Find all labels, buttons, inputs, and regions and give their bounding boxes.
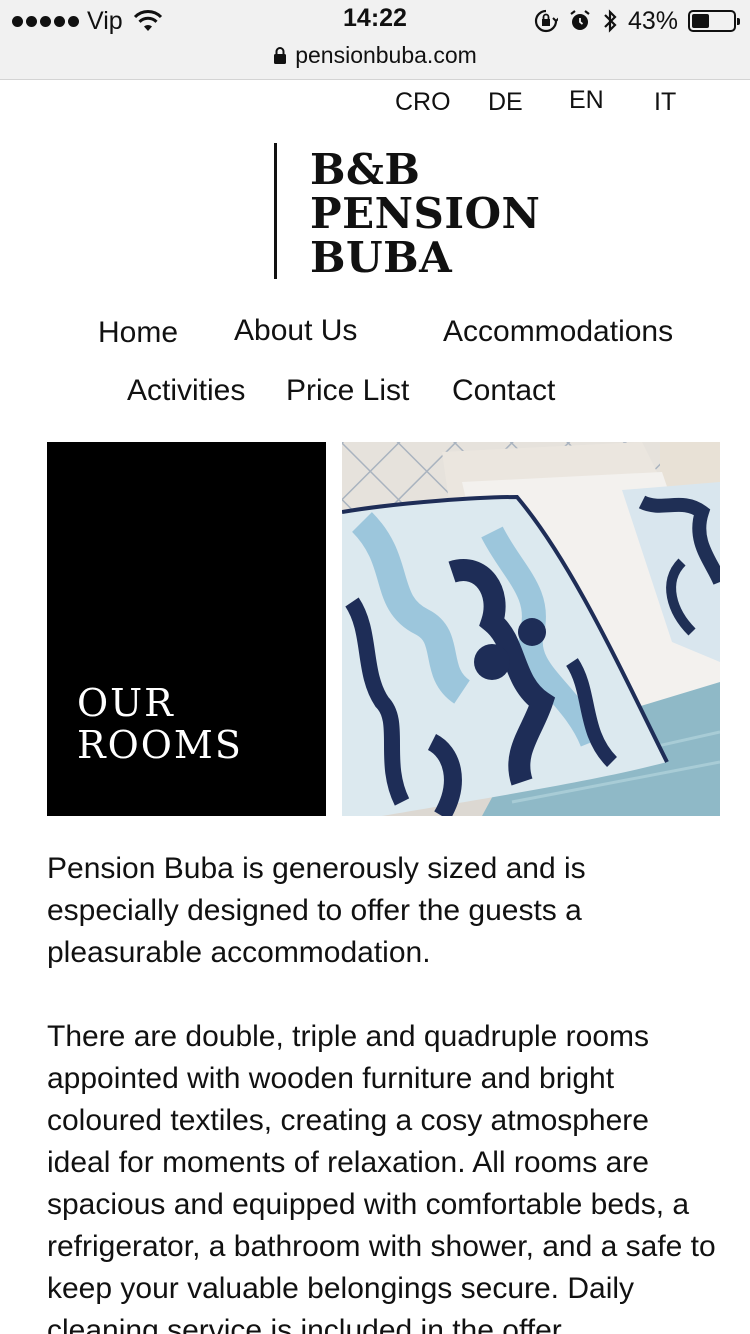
nav-price-list[interactable]: Price List — [286, 374, 409, 408]
hero-title: OUR ROOMS — [77, 682, 243, 766]
rooms-paragraph: There are double, triple and quadruple r… — [47, 1020, 716, 1334]
lang-it-link[interactable]: IT — [654, 88, 676, 117]
status-bar: Vip 14:22 43% pensionbuba.com — [0, 0, 750, 80]
intro-paragraph: Pension Buba is generously sized and is … — [47, 852, 586, 969]
nav-contact[interactable]: Contact — [452, 374, 555, 408]
nav-activities[interactable]: Activities — [127, 374, 245, 408]
logo-line-1: B&B — [310, 145, 421, 194]
logo-line-2: PENSION — [310, 189, 541, 238]
bluetooth-icon — [604, 9, 617, 33]
lang-cro-link[interactable]: CRO — [395, 88, 451, 117]
hero-title-line-2: ROOMS — [77, 723, 243, 767]
logo-divider — [274, 143, 277, 279]
nav-home[interactable]: Home — [98, 316, 178, 350]
nav-accommodations[interactable]: Accommodations — [443, 315, 673, 349]
hero-title-line-1: OUR — [77, 681, 175, 725]
alarm-icon — [570, 10, 590, 30]
battery-fill — [692, 14, 709, 28]
battery-percent: 43% — [627, 6, 678, 35]
hero-title-box: OUR ROOMS — [47, 442, 326, 816]
battery-icon — [688, 10, 740, 32]
bed-pillows-illustration — [342, 442, 720, 816]
lock-icon — [274, 47, 287, 64]
lang-de-link[interactable]: DE — [488, 88, 523, 117]
logo-line-3: BUBA — [310, 233, 453, 282]
address-bar[interactable]: pensionbuba.com — [0, 40, 750, 70]
hero-photo — [342, 442, 720, 816]
rotation-lock-icon — [534, 9, 558, 33]
url-text: pensionbuba.com — [295, 41, 477, 68]
lang-en-link[interactable]: EN — [569, 86, 604, 115]
status-right: 43% — [534, 6, 740, 36]
page: Vip 14:22 43% pensionbuba.com CRO DE EN … — [0, 0, 750, 1334]
nav-about-us[interactable]: About Us — [234, 314, 357, 348]
